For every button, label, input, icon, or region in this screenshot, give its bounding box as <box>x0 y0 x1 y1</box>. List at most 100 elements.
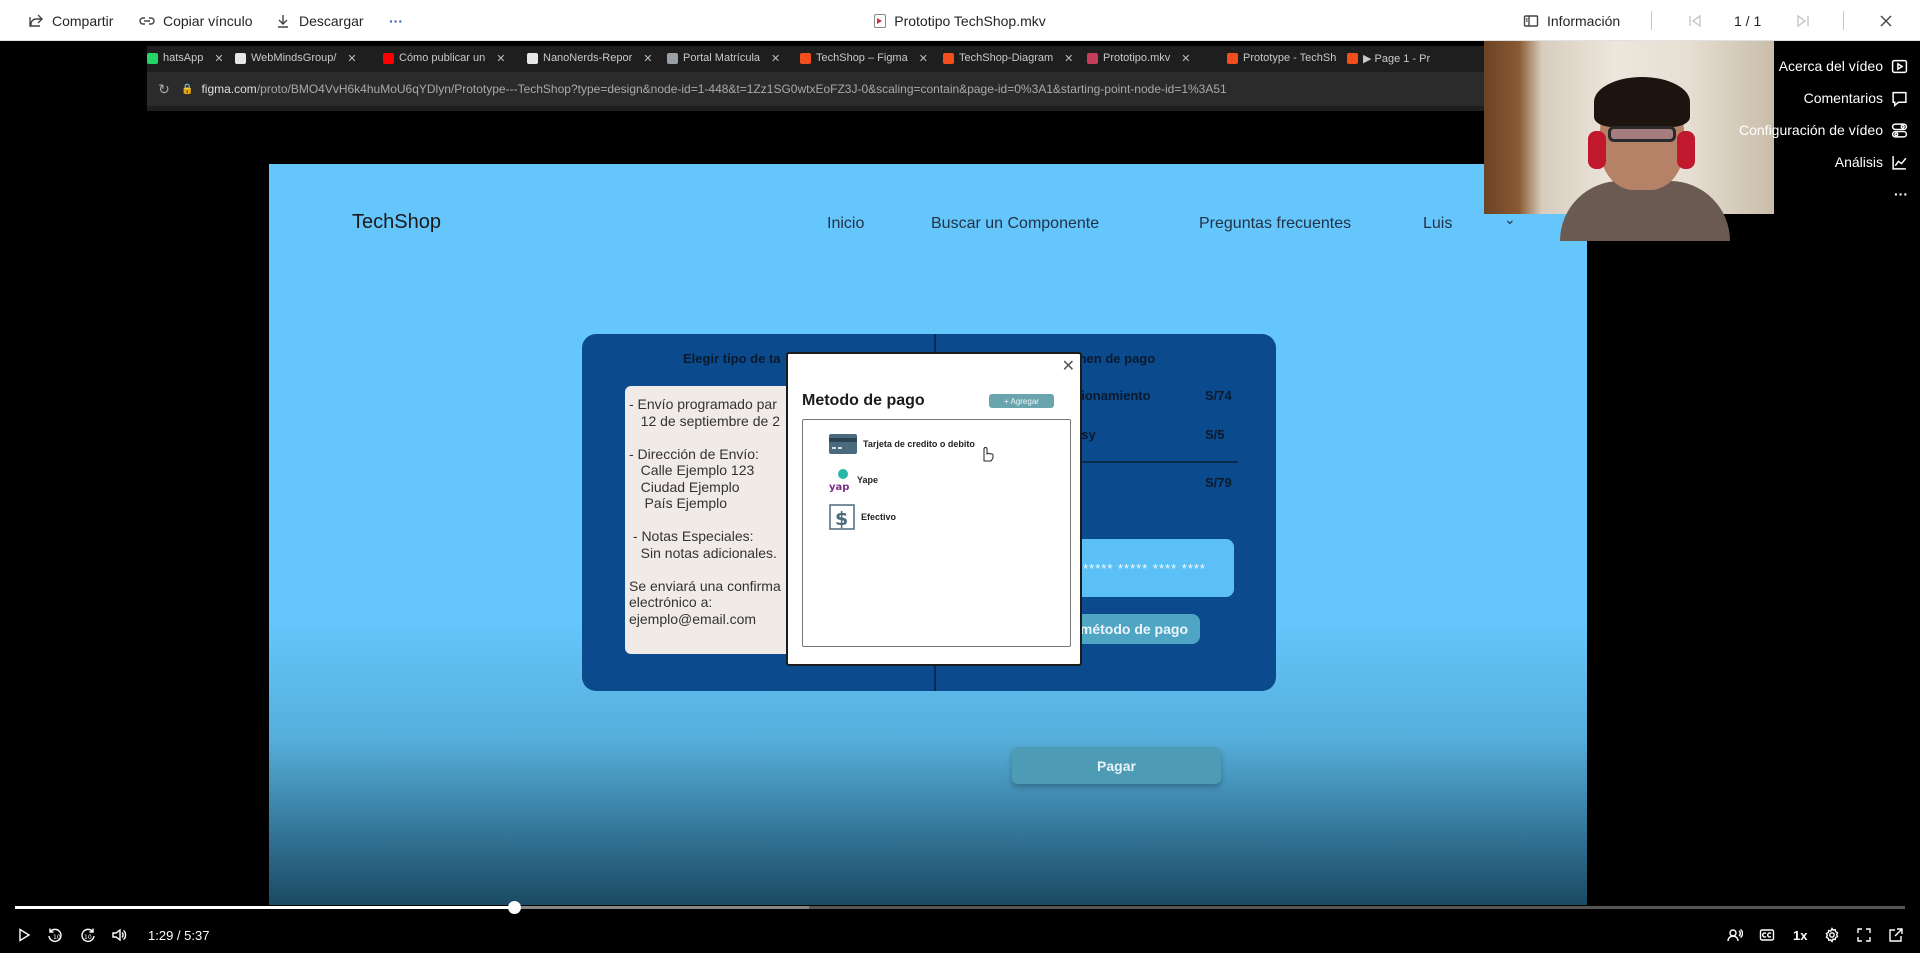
svg-text:$: $ <box>835 508 848 530</box>
browser-tab: TechShop – Figma ✕ <box>800 48 935 68</box>
option-credit-card: Tarjeta de credito o debito <box>829 434 975 454</box>
summary-header: men de pago <box>1075 351 1156 366</box>
analytics-label: Análisis <box>1834 154 1883 170</box>
video-file-icon <box>874 13 887 28</box>
tab-label: TechShop-Diagram <box>959 52 1054 64</box>
side-more-button[interactable]: ··· <box>1894 183 1908 205</box>
browser-tab: Prototype - TechSh✕ <box>1227 48 1339 68</box>
seek-thumb[interactable] <box>507 901 521 914</box>
tab-favicon-icon <box>235 52 246 64</box>
browser-tab: Portal Matrícula ✕ <box>667 48 792 68</box>
video-viewer: Compartir Copiar vínculo Descargar ··· P… <box>0 0 1920 953</box>
browser-tab: NanoNerds-Repor ✕ <box>527 48 659 68</box>
comments-button[interactable]: Comentarios <box>1804 87 1908 109</box>
share-icon <box>29 14 43 27</box>
address-bar: ↻ 🔒 figma.com /proto/BMO4VvH6k4huMoU6qYD… <box>147 72 1485 106</box>
tab-close-icon: ✕ <box>214 52 224 65</box>
card-number-field: ***** ***** **** **** <box>1062 539 1234 597</box>
open-external-icon <box>1889 928 1903 942</box>
tab-favicon-icon <box>943 52 954 64</box>
close-viewer-button[interactable] <box>1878 0 1894 41</box>
captions-speaker-button[interactable] <box>1727 926 1743 944</box>
tab-favicon-icon <box>147 52 158 64</box>
comments-label: Comentarios <box>1803 90 1883 106</box>
tab-favicon-icon <box>667 52 678 64</box>
volume-icon <box>112 928 127 942</box>
summary-total: S/79 <box>1205 475 1232 490</box>
rewind-10-button[interactable]: 10 <box>47 926 63 944</box>
analytics-button[interactable]: Análisis <box>1835 151 1908 173</box>
dollar-icon: $ <box>829 504 855 530</box>
gear-icon <box>1825 927 1839 943</box>
forward-10-icon: 10 <box>81 928 95 942</box>
option-label: Tarjeta de credito o debito <box>863 439 975 449</box>
more-label: ··· <box>389 12 403 29</box>
about-video-button[interactable]: Acerca del vídeo <box>1779 55 1908 77</box>
info-button[interactable]: Información <box>1523 0 1620 41</box>
tab-label: Cómo publicar un <box>399 52 486 64</box>
tab-close-icon: ✕ <box>1064 52 1074 65</box>
share-label: Compartir <box>52 12 114 29</box>
tab-favicon-icon <box>1347 52 1358 64</box>
forward-10-button[interactable]: 10 <box>80 926 96 944</box>
lock-icon: 🔒 <box>181 83 194 95</box>
time-display: 1:29 / 5:37 <box>148 927 210 943</box>
player-controls: 10 10 1:29 / 5:37 1x <box>0 917 1920 953</box>
settings-toggle-icon <box>1891 122 1908 138</box>
headphone-left <box>1588 131 1606 169</box>
seek-bar[interactable] <box>15 901 1905 914</box>
summary-item-value: S/5 <box>1205 427 1225 442</box>
webcam-person-hair <box>1594 77 1690 127</box>
left-header: Elegir tipo de ta <box>683 351 781 366</box>
browser-tab: Cómo publicar un ✕ <box>383 48 519 68</box>
tab-close-icon: ✕ <box>496 52 506 65</box>
svg-text:yap: yap <box>829 482 849 492</box>
tab-label: ▶ Page 1 - Pr <box>1363 52 1431 65</box>
play-button[interactable] <box>16 926 32 944</box>
prototype-screen: TechShop Inicio Buscar un Componente Pre… <box>269 164 1587 905</box>
copy-link-button[interactable]: Copiar vínculo <box>139 0 253 41</box>
tab-label: TechShop – Figma <box>816 52 908 64</box>
webcam-person-glasses <box>1608 126 1676 142</box>
tab-favicon-icon <box>800 52 811 64</box>
url-host: figma.com <box>201 82 257 96</box>
option-label: Yape <box>857 475 879 485</box>
closed-captions-button[interactable] <box>1759 926 1775 944</box>
download-button[interactable]: Descargar <box>275 0 364 41</box>
open-external-button[interactable] <box>1888 926 1904 944</box>
last-page-button[interactable] <box>1795 0 1811 41</box>
reload-icon: ↻ <box>158 80 170 97</box>
file-title: Prototipo TechShop.mkv <box>894 12 1046 29</box>
video-settings-button[interactable]: Configuración de vídeo <box>1739 119 1908 141</box>
tab-close-icon: ✕ <box>1181 52 1191 65</box>
analytics-icon <box>1892 155 1907 170</box>
volume-button[interactable] <box>111 926 127 944</box>
add-method-button: + Agregar <box>989 394 1054 408</box>
first-page-button[interactable] <box>1687 0 1703 41</box>
nav-buscar-componente: Buscar un Componente <box>931 215 1100 232</box>
fullscreen-button[interactable] <box>1856 926 1872 944</box>
nav-user-luis: Luis <box>1423 215 1453 232</box>
more-options-button[interactable]: ··· <box>389 0 403 41</box>
tab-favicon-icon <box>1087 52 1098 64</box>
tab-close-icon: ✕ <box>918 52 928 65</box>
settings-button[interactable] <box>1824 926 1840 944</box>
summary-item-label: cionamiento <box>1074 388 1151 403</box>
video-frame[interactable]: hatsApp ✕ WebMindsGroup/ ✕ Cómo publicar un ✕… <box>0 41 1920 905</box>
option-label: Efectivo <box>861 512 897 522</box>
play-icon <box>19 928 31 942</box>
download-icon <box>278 14 288 28</box>
share-button[interactable]: Compartir <box>28 0 113 41</box>
playback-speed-button[interactable]: 1x <box>1793 926 1807 944</box>
page-counter: 1 / 1 <box>1734 0 1761 41</box>
top-bar: Compartir Copiar vínculo Descargar ··· P… <box>0 0 1920 41</box>
url-path: /proto/BMO4VvH6k4huMoU6qYDlyn/Prototype-… <box>256 82 1227 96</box>
browser-tab: Prototipo.mkv ✕ <box>1087 48 1219 68</box>
tab-label: hatsApp <box>163 52 204 64</box>
modal-title: Metodo de pago <box>802 392 925 409</box>
tab-label: Prototype - TechSh <box>1243 52 1337 64</box>
about-video-label: Acerca del vídeo <box>1778 58 1883 74</box>
tab-label: Prototipo.mkv <box>1103 52 1171 64</box>
option-cash: $ Efectivo <box>829 504 896 530</box>
tab-close-icon: ✕ <box>771 52 781 65</box>
